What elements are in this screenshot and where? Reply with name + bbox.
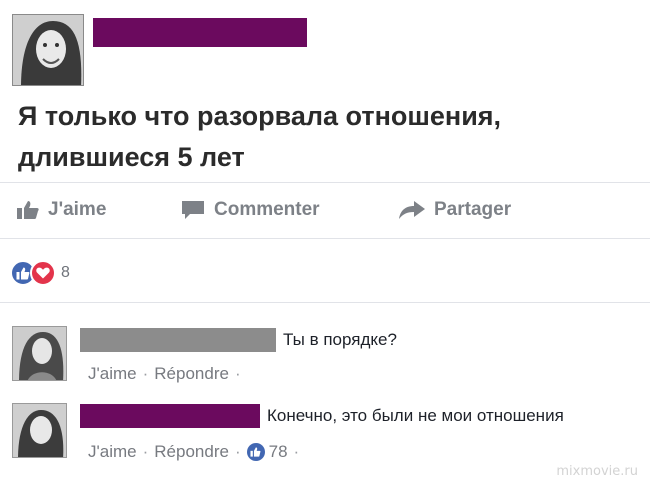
comment-1-like-link[interactable]: J'aime — [88, 364, 137, 384]
comment-button-label: Commenter — [214, 199, 320, 220]
comment-1-actions: J'aime · Répondre · — [88, 364, 247, 384]
separator-dot: · — [142, 364, 149, 383]
comment-1-text: Ты в порядке? — [283, 330, 397, 349]
post-text: Я только что разорвала отношения, дливши… — [18, 96, 638, 178]
separator-dot: · — [234, 442, 241, 461]
avatar-photo-icon — [13, 15, 83, 85]
separator-dot: · — [142, 442, 149, 461]
share-button[interactable]: Partager — [398, 196, 511, 224]
divider — [0, 182, 650, 183]
reactions-summary[interactable]: 8 — [10, 260, 70, 286]
divider — [0, 238, 650, 239]
love-reaction-icon — [30, 260, 56, 286]
like-reaction-icon — [246, 443, 265, 461]
comment-2-actions: J'aime · Répondre · 78 · — [88, 442, 305, 462]
post-text-line-1: Я только что разорвала отношения, — [18, 101, 502, 131]
comment-2-reply-link[interactable]: Répondre — [154, 442, 229, 462]
comment-2-author-redacted — [80, 404, 260, 428]
separator-dot: · — [234, 364, 241, 383]
divider — [0, 302, 650, 303]
thumbs-up-icon — [17, 201, 39, 219]
separator-dot: · — [293, 442, 300, 461]
comment-2-like-count[interactable]: 78 — [269, 442, 288, 462]
reaction-count: 8 — [61, 264, 70, 281]
avatar-photo-icon — [13, 327, 66, 380]
like-button-label: J'aime — [48, 199, 107, 220]
post-author-avatar[interactable] — [12, 14, 84, 86]
comment-button[interactable]: Commenter — [180, 196, 320, 224]
comment-2-text: Конечно, это были не мои отношения — [267, 406, 564, 425]
avatar-photo-icon — [13, 404, 66, 457]
share-button-label: Partager — [434, 199, 512, 220]
watermark: mixmovie.ru — [556, 464, 638, 479]
comment-1-author-redacted — [80, 328, 276, 352]
share-arrow-icon — [399, 201, 425, 219]
speech-bubble-icon — [182, 201, 204, 219]
comment-1-avatar[interactable] — [12, 326, 67, 381]
like-button[interactable]: J'aime — [16, 196, 106, 224]
comment-2-like-link[interactable]: J'aime — [88, 442, 137, 462]
comment-1-reply-link[interactable]: Répondre — [154, 364, 229, 384]
post-author-name-redacted — [93, 18, 307, 47]
comment-2-avatar[interactable] — [12, 403, 67, 458]
post-text-line-2: длившиеся 5 лет — [18, 142, 245, 172]
